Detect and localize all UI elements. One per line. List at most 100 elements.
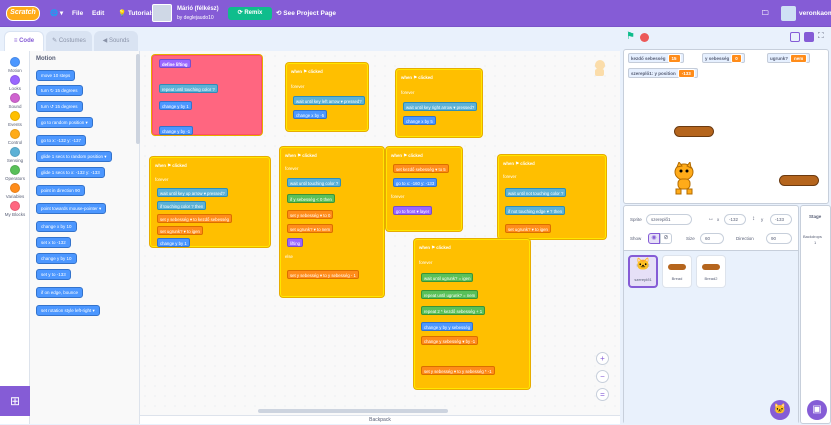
code-block[interactable]: set y sebesség ▾ to y sebesség - 1 bbox=[287, 270, 359, 279]
folder-icon[interactable]: 🗀 bbox=[762, 0, 769, 27]
workspace-scrollbar[interactable] bbox=[258, 409, 448, 413]
code-block[interactable]: wait until key left arrow ▾ pressed? bbox=[293, 96, 365, 105]
script-s8[interactable]: when ⚑ clicked forever wait until ugrunk? … bbox=[414, 239, 530, 389]
code-block[interactable]: wait until not touching color ? bbox=[505, 188, 567, 197]
category-variables[interactable]: Variables bbox=[0, 183, 30, 199]
code-block[interactable]: else bbox=[283, 252, 295, 261]
stage[interactable]: kezdő sebesség 15 y sebesség 0 ugrunk? nem … bbox=[623, 49, 829, 204]
size-field[interactable]: 60 bbox=[700, 233, 724, 244]
code-block[interactable]: when ⚑ clicked bbox=[417, 243, 453, 252]
direction-field[interactable]: 90 bbox=[766, 233, 792, 244]
code-block[interactable]: set ugrunk? ▾ to igen bbox=[505, 224, 551, 233]
y-field[interactable]: -133 bbox=[770, 214, 792, 225]
code-block[interactable]: forever bbox=[289, 82, 306, 91]
tutorials-button[interactable]: 💡 Tutorials bbox=[118, 0, 155, 27]
code-block[interactable]: set ugrunk? ▾ to igen bbox=[157, 226, 203, 235]
zoom-out-button[interactable]: − bbox=[596, 370, 609, 383]
category-sensing[interactable]: Sensing bbox=[0, 147, 30, 163]
cat-sprite[interactable] bbox=[668, 160, 698, 196]
code-block[interactable]: if not touching edge ▾ ? then bbox=[505, 206, 565, 215]
code-block[interactable]: change y by 1 bbox=[159, 101, 192, 110]
language-menu[interactable]: 🌐 ▾ bbox=[50, 0, 63, 27]
code-block[interactable]: change y by -1 bbox=[159, 126, 194, 135]
tab-code[interactable]: ≡ Code bbox=[4, 31, 44, 51]
green-flag-icon[interactable]: ⚑ bbox=[626, 32, 636, 42]
code-block[interactable]: wait until key up arrow ▾ pressed? bbox=[157, 188, 228, 197]
code-block[interactable]: set y sebesség ▾ to kezdő sebesség bbox=[157, 214, 233, 223]
category-control[interactable]: Control bbox=[0, 129, 30, 145]
code-block[interactable]: when ⚑ clicked bbox=[501, 159, 537, 168]
x-field[interactable]: -132 bbox=[724, 214, 746, 225]
zoom-reset-button[interactable]: = bbox=[596, 388, 609, 401]
sprite-tile[interactable]: Bread bbox=[662, 255, 692, 288]
palette-block[interactable]: go to random position ▾ bbox=[36, 117, 93, 128]
code-block[interactable]: when ⚑ clicked bbox=[153, 161, 189, 170]
tab-costumes[interactable]: ✎ Costumes bbox=[46, 31, 92, 51]
palette-block[interactable]: turn ↻ 15 degrees bbox=[36, 85, 83, 96]
small-stage-icon[interactable] bbox=[790, 32, 800, 42]
tab-sounds[interactable]: ◀︎ Sounds bbox=[94, 31, 138, 51]
palette-block[interactable]: point towards mouse-pointer ▾ bbox=[36, 203, 107, 214]
code-block[interactable]: when ⚑ clicked bbox=[389, 151, 425, 160]
palette-block[interactable]: glide 1 secs to x: -132 y: -133 bbox=[36, 167, 105, 178]
script-s4[interactable]: when ⚑ clicked forever wait until key up a… bbox=[150, 157, 270, 247]
script-s7[interactable]: when ⚑ clicked forever wait until not touc… bbox=[498, 155, 606, 239]
palette-block[interactable]: turn ↺ 15 degrees bbox=[36, 101, 83, 112]
palette-block[interactable]: change y by 10 bbox=[36, 253, 77, 264]
code-block[interactable]: define lifting bbox=[159, 59, 191, 68]
category-operators[interactable]: Operators bbox=[0, 165, 30, 181]
code-block[interactable]: change y sebesség ▾ by -1 bbox=[421, 336, 479, 345]
bread-sprite[interactable] bbox=[674, 126, 714, 137]
code-block[interactable]: forever bbox=[153, 175, 170, 184]
code-block[interactable]: change y by y sebesség bbox=[421, 322, 474, 331]
script-s5[interactable]: when ⚑ clicked forever wait until touching… bbox=[280, 147, 384, 297]
code-block[interactable]: forever bbox=[283, 164, 300, 173]
category-my-blocks[interactable]: My Blocks bbox=[0, 201, 30, 217]
code-block[interactable]: if touching color ? then bbox=[157, 201, 207, 210]
code-block[interactable]: when ⚑ clicked bbox=[289, 67, 325, 76]
code-block[interactable]: wait until touching color ? bbox=[287, 178, 342, 187]
code-block[interactable]: set ugrunk? ▾ to nem bbox=[287, 224, 334, 233]
choose-sprite-button[interactable]: 🐱 bbox=[770, 400, 790, 420]
code-block[interactable]: set kezdő sebesség ▾ to 5 bbox=[393, 164, 449, 173]
code-block[interactable]: forever bbox=[399, 88, 416, 97]
stage-selector[interactable]: Stage Backdrops 1 ▣ bbox=[800, 205, 831, 424]
code-block[interactable]: change x by 5 bbox=[403, 116, 436, 125]
script-s2[interactable]: when ⚑ clicked forever wait until key left… bbox=[286, 63, 368, 131]
choose-backdrop-button[interactable]: ▣ bbox=[807, 400, 827, 420]
sprite-name-field[interactable]: szereplő1 bbox=[646, 214, 692, 225]
backpack[interactable]: Backpack bbox=[140, 415, 620, 424]
code-block[interactable]: repeat until touching color ? bbox=[159, 84, 218, 93]
sprite-tile[interactable]: 🐱 szereplő1 bbox=[628, 255, 658, 288]
palette-block[interactable]: set y to -133 bbox=[36, 269, 71, 280]
large-stage-icon[interactable] bbox=[804, 32, 814, 42]
stop-icon[interactable] bbox=[640, 33, 649, 42]
code-block[interactable]: set y sebesség ▾ to y sebesség * -1 bbox=[421, 366, 495, 375]
palette-block[interactable]: if on edge, bounce bbox=[36, 287, 84, 298]
code-block[interactable]: change y by 1 bbox=[157, 238, 190, 247]
code-block[interactable]: lifting bbox=[287, 238, 304, 247]
see-project-page-button[interactable]: ⟲ See Project Page bbox=[276, 0, 336, 27]
avatar[interactable] bbox=[781, 6, 796, 21]
code-block[interactable]: when ⚑ clicked bbox=[399, 73, 435, 82]
edit-menu[interactable]: Edit bbox=[92, 0, 104, 27]
bread2-sprite[interactable] bbox=[779, 175, 819, 186]
fullscreen-icon[interactable]: ⛶ bbox=[818, 31, 824, 41]
palette-block[interactable]: set x to -132 bbox=[36, 237, 71, 248]
code-block[interactable]: wait until key right arrow ▾ pressed? bbox=[403, 102, 478, 111]
category-events[interactable]: Events bbox=[0, 111, 30, 127]
show-visible-icon[interactable]: ◉ bbox=[648, 233, 660, 244]
palette-block[interactable]: point in direction 90 bbox=[36, 185, 86, 196]
palette-block[interactable]: move 10 steps bbox=[36, 70, 76, 81]
palette-block[interactable]: go to x: -132 y: -137 bbox=[36, 135, 87, 146]
zoom-in-button[interactable]: + bbox=[596, 352, 609, 365]
code-block[interactable]: forever bbox=[389, 192, 406, 201]
code-block[interactable]: repeat until ugrunk? = nem bbox=[421, 290, 479, 299]
code-block[interactable]: if y sebesség < 0 then bbox=[287, 194, 335, 203]
category-sound[interactable]: Sound bbox=[0, 93, 30, 109]
code-block[interactable]: forever bbox=[501, 172, 518, 181]
code-block[interactable]: set y sebesség ▾ to 0 bbox=[287, 210, 334, 219]
remix-button[interactable]: ⟳ Remix bbox=[228, 7, 272, 20]
code-block[interactable]: wait until ugrunk? = igen bbox=[421, 273, 474, 282]
scratch-logo[interactable]: Scratch bbox=[6, 6, 40, 21]
